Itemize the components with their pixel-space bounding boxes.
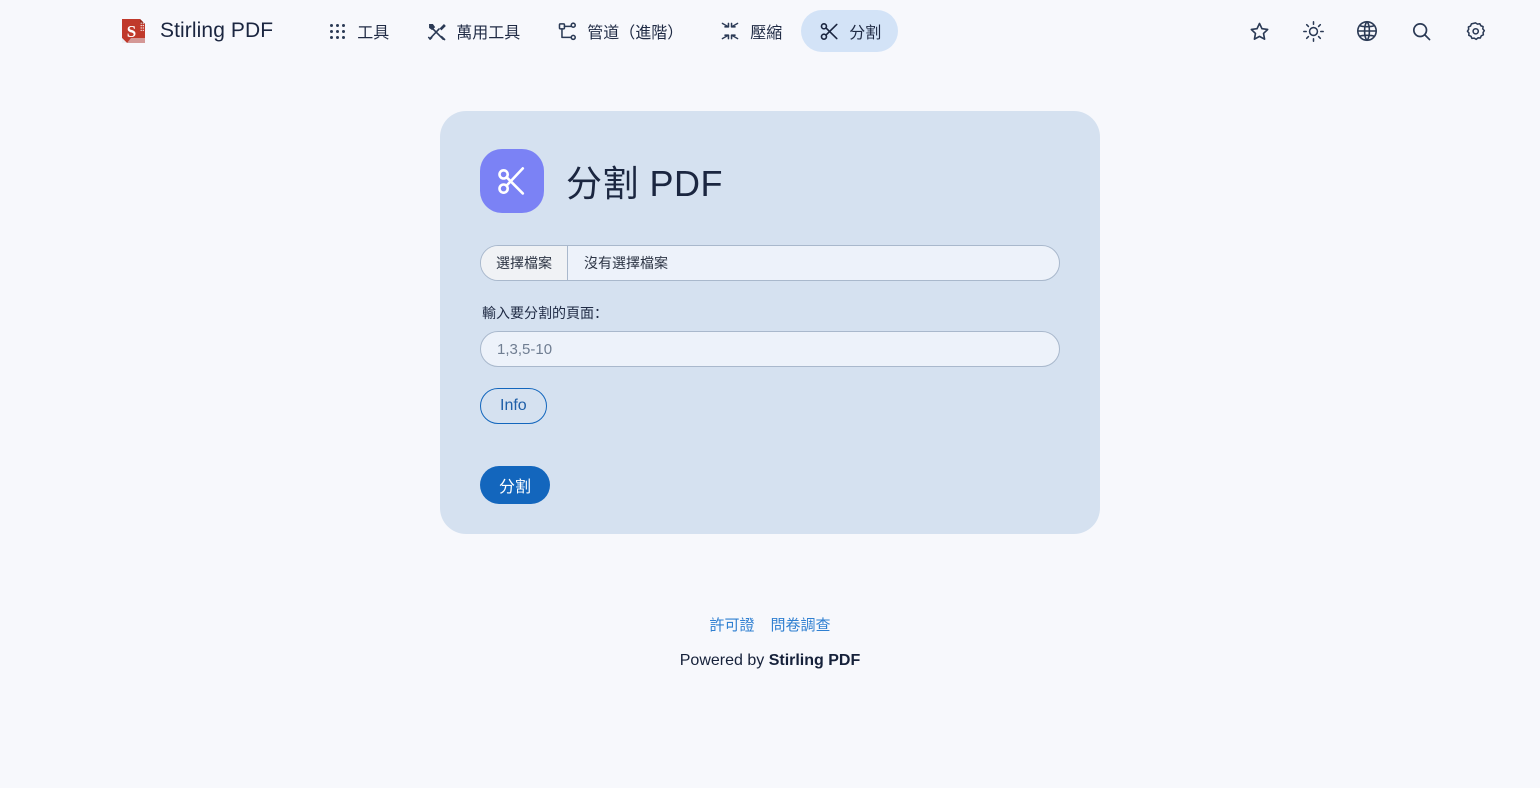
nav-item-compress-label: 壓縮 [750,25,783,42]
powered-by-prefix: Powered by [679,652,769,669]
submit-button-row: 分割 [480,424,1060,504]
choose-file-button[interactable]: 選擇檔案 [481,246,568,280]
file-selection-status: 沒有選擇檔案 [584,255,668,271]
footer-link-survey[interactable]: 問卷調查 [771,614,831,635]
split-pdf-tool-card: 分割 PDF 選擇檔案 沒有選擇檔案 輸入要分割的頁面： Info 分割 [440,111,1100,534]
powered-by-text: Powered by Stirling PDF [0,652,1540,670]
nav-item-multitool[interactable]: 萬用工具 [408,10,537,52]
tools-hammer-wrench-icon [425,20,447,42]
language-globe-icon[interactable] [1354,18,1380,44]
powered-by-brand: Stirling PDF [768,652,861,669]
nav-item-compress[interactable]: 壓縮 [702,10,799,52]
nav-item-split-label: 分割 [849,25,882,42]
theme-sun-icon[interactable] [1300,18,1326,44]
pages-field-label: 輸入要分割的頁面： [482,305,608,321]
settings-gear-icon[interactable] [1462,18,1488,44]
nav-item-tools-label: 工具 [357,25,390,42]
tool-card-header: 分割 PDF [480,149,1060,213]
info-button[interactable]: Info [480,388,547,424]
pages-input[interactable] [480,331,1060,367]
pipeline-sitemap-icon [556,20,578,42]
bookmark-star-icon[interactable] [1246,18,1272,44]
footer-links: 許可證 問卷調查 [0,614,1540,635]
footer-link-license[interactable]: 許可證 [709,614,754,635]
scissors-icon [480,149,544,213]
nav-item-pipeline-label: 管道（進階） [587,25,684,42]
page-title: 分割 PDF [566,163,724,204]
brand-home-link[interactable]: S Stirling PDF [118,16,273,46]
svg-text:S: S [127,22,136,41]
split-submit-button[interactable]: 分割 [480,466,551,504]
dot-grid-icon [326,20,348,42]
primary-nav: 工具 萬用工具 管道（進階） 壓縮 分割 [309,10,899,52]
nav-item-split[interactable]: 分割 [801,10,899,52]
compress-arrows-icon [719,20,741,42]
page-footer: 許可證 問卷調查 Powered by Stirling PDF [0,614,1540,670]
main-content: 分割 PDF 選擇檔案 沒有選擇檔案 輸入要分割的頁面： Info 分割 許可證… [0,62,1540,688]
info-button-row: Info [480,367,1060,424]
nav-item-tools[interactable]: 工具 [309,10,406,52]
stirling-pdf-logo-icon: S [118,16,148,46]
navbar-actions [1246,18,1516,44]
scissors-icon [818,20,840,42]
brand-name: Stirling PDF [160,19,274,42]
search-icon[interactable] [1408,18,1434,44]
nav-item-pipeline[interactable]: 管道（進階） [539,10,700,52]
file-input[interactable]: 選擇檔案 沒有選擇檔案 [480,245,1060,281]
top-navbar: S Stirling PDF 工具 萬用工具 管道（進階） 壓縮 分割 [0,0,1540,62]
nav-item-multitool-label: 萬用工具 [456,25,521,42]
